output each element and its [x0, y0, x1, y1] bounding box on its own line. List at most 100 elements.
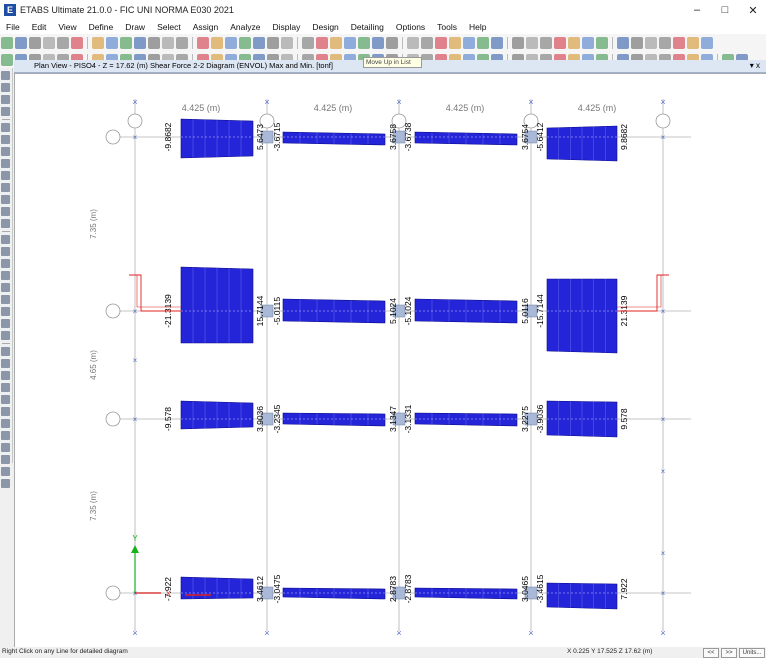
left-tool-icon[interactable] — [1, 95, 10, 104]
left-tool-icon[interactable] — [1, 467, 10, 476]
menu-select[interactable]: Select — [151, 22, 187, 32]
left-tool-icon[interactable] — [1, 207, 10, 216]
menu-edit[interactable]: Edit — [26, 22, 53, 32]
toolbar-tool-icon[interactable] — [617, 36, 629, 49]
toolbar-tool-icon[interactable] — [239, 36, 251, 49]
left-tool-icon[interactable] — [1, 235, 10, 244]
toolbar-tool-icon[interactable] — [29, 36, 41, 49]
toolbar-tool-icon[interactable] — [687, 36, 699, 49]
menu-draw[interactable]: Draw — [119, 22, 151, 32]
toolbar-tool-icon[interactable] — [148, 36, 160, 49]
left-tool-icon[interactable] — [1, 83, 10, 92]
left-tool-icon[interactable] — [1, 195, 10, 204]
menu-options[interactable]: Options — [390, 22, 431, 32]
left-tool-icon[interactable] — [1, 319, 10, 328]
left-tool-icon[interactable] — [1, 247, 10, 256]
left-tool-icon[interactable] — [1, 283, 10, 292]
left-tool-icon[interactable] — [1, 431, 10, 440]
tab-close-icon[interactable]: ▾ x — [750, 60, 760, 72]
menu-design[interactable]: Design — [306, 22, 344, 32]
toolbar-tool-icon[interactable] — [92, 36, 104, 49]
minimize-button[interactable]: – — [683, 0, 711, 20]
left-tool-icon[interactable] — [1, 259, 10, 268]
toolbar-tool-icon[interactable] — [267, 36, 279, 49]
menu-define[interactable]: Define — [83, 22, 120, 32]
left-tool-icon[interactable] — [1, 395, 10, 404]
toolbar-tool-icon[interactable] — [1, 36, 13, 49]
toolbar-tool-icon[interactable] — [253, 36, 265, 49]
toolbar-tool-icon[interactable] — [162, 36, 174, 49]
toolbar-tool-icon[interactable] — [449, 36, 461, 49]
left-tool-icon[interactable] — [1, 107, 10, 116]
toolbar-tool-icon[interactable] — [330, 36, 342, 49]
left-tool-icon[interactable] — [1, 347, 10, 356]
menu-assign[interactable]: Assign — [187, 22, 225, 32]
toolbar-tool-icon[interactable] — [372, 36, 384, 49]
toolbar-tool-icon[interactable] — [421, 36, 433, 49]
toolbar-tool-icon[interactable] — [631, 36, 643, 49]
left-tool-icon[interactable] — [1, 71, 10, 80]
menu-view[interactable]: View — [52, 22, 82, 32]
toolbar-tool-icon[interactable] — [659, 36, 671, 49]
toolbar-tool-icon[interactable] — [701, 36, 713, 49]
close-button[interactable]: ✕ — [739, 0, 766, 20]
toolbar-tool-icon[interactable] — [526, 36, 538, 49]
toolbar-tool-icon[interactable] — [596, 36, 608, 49]
toolbar-tool-icon[interactable] — [673, 36, 685, 49]
toolbar-tool-icon[interactable] — [302, 36, 314, 49]
toolbar-tool-icon[interactable] — [211, 36, 223, 49]
left-tool-icon[interactable] — [1, 271, 10, 280]
left-tool-icon[interactable] — [1, 219, 10, 228]
toolbar-tool-icon[interactable] — [344, 36, 356, 49]
left-tool-icon[interactable] — [1, 479, 10, 488]
left-tool-icon[interactable] — [1, 455, 10, 464]
left-tool-icon[interactable] — [1, 419, 10, 428]
left-tool-icon[interactable] — [1, 159, 10, 168]
toolbar-tool-icon[interactable] — [645, 36, 657, 49]
toolbar-tool-icon[interactable] — [358, 36, 370, 49]
left-tool-icon[interactable] — [1, 135, 10, 144]
toolbar-tool-icon[interactable] — [134, 36, 146, 49]
menu-help[interactable]: Help — [463, 22, 492, 32]
toolbar-tool-icon[interactable] — [15, 36, 27, 49]
toolbar-tool-icon[interactable] — [435, 36, 447, 49]
toolbar-tool-icon[interactable] — [512, 36, 524, 49]
toolbar-tool-icon[interactable] — [554, 36, 566, 49]
menu-display[interactable]: Display — [266, 22, 306, 32]
plan-view-canvas[interactable]: ×××××××××××××××××××××4.425 (m)4.425 (m)4… — [14, 73, 766, 648]
menu-detailing[interactable]: Detailing — [345, 22, 390, 32]
left-tool-icon[interactable] — [1, 307, 10, 316]
left-tool-icon[interactable] — [1, 183, 10, 192]
toolbar-tool-icon[interactable] — [71, 36, 83, 49]
left-tool-icon[interactable] — [1, 171, 10, 180]
left-tool-icon[interactable] — [1, 383, 10, 392]
toolbar-tool-icon[interactable] — [568, 36, 580, 49]
toolbar-tool-icon[interactable] — [407, 36, 419, 49]
toolbar-tool-icon[interactable] — [225, 36, 237, 49]
menu-analyze[interactable]: Analyze — [224, 22, 266, 32]
toolbar-tool-icon[interactable] — [106, 36, 118, 49]
left-tool-icon[interactable] — [1, 331, 10, 340]
left-tool-icon[interactable] — [1, 295, 10, 304]
toolbar-tool-icon[interactable] — [316, 36, 328, 49]
toolbar-tool-icon[interactable] — [120, 36, 132, 49]
etabs-app-icon[interactable]: E — [4, 4, 16, 16]
toolbar-tool-icon[interactable] — [43, 36, 55, 49]
left-tool-icon[interactable] — [1, 147, 10, 156]
toolbar-tool-icon[interactable] — [540, 36, 552, 49]
left-tool-icon[interactable] — [1, 443, 10, 452]
left-tool-icon[interactable] — [1, 123, 10, 132]
toolbar-tool-icon[interactable] — [197, 36, 209, 49]
toolbar-tool-icon[interactable] — [491, 36, 503, 49]
left-tool-icon[interactable] — [1, 371, 10, 380]
toolbar-tool-icon[interactable] — [477, 36, 489, 49]
toolbar-tool-icon[interactable] — [1, 53, 13, 66]
menu-file[interactable]: File — [0, 22, 26, 32]
toolbar-tool-icon[interactable] — [463, 36, 475, 49]
toolbar-tool-icon[interactable] — [281, 36, 293, 49]
left-tool-icon[interactable] — [1, 407, 10, 416]
toolbar-tool-icon[interactable] — [176, 36, 188, 49]
left-tool-icon[interactable] — [1, 359, 10, 368]
maximize-button[interactable]: □ — [711, 0, 739, 20]
toolbar-tool-icon[interactable] — [57, 36, 69, 49]
